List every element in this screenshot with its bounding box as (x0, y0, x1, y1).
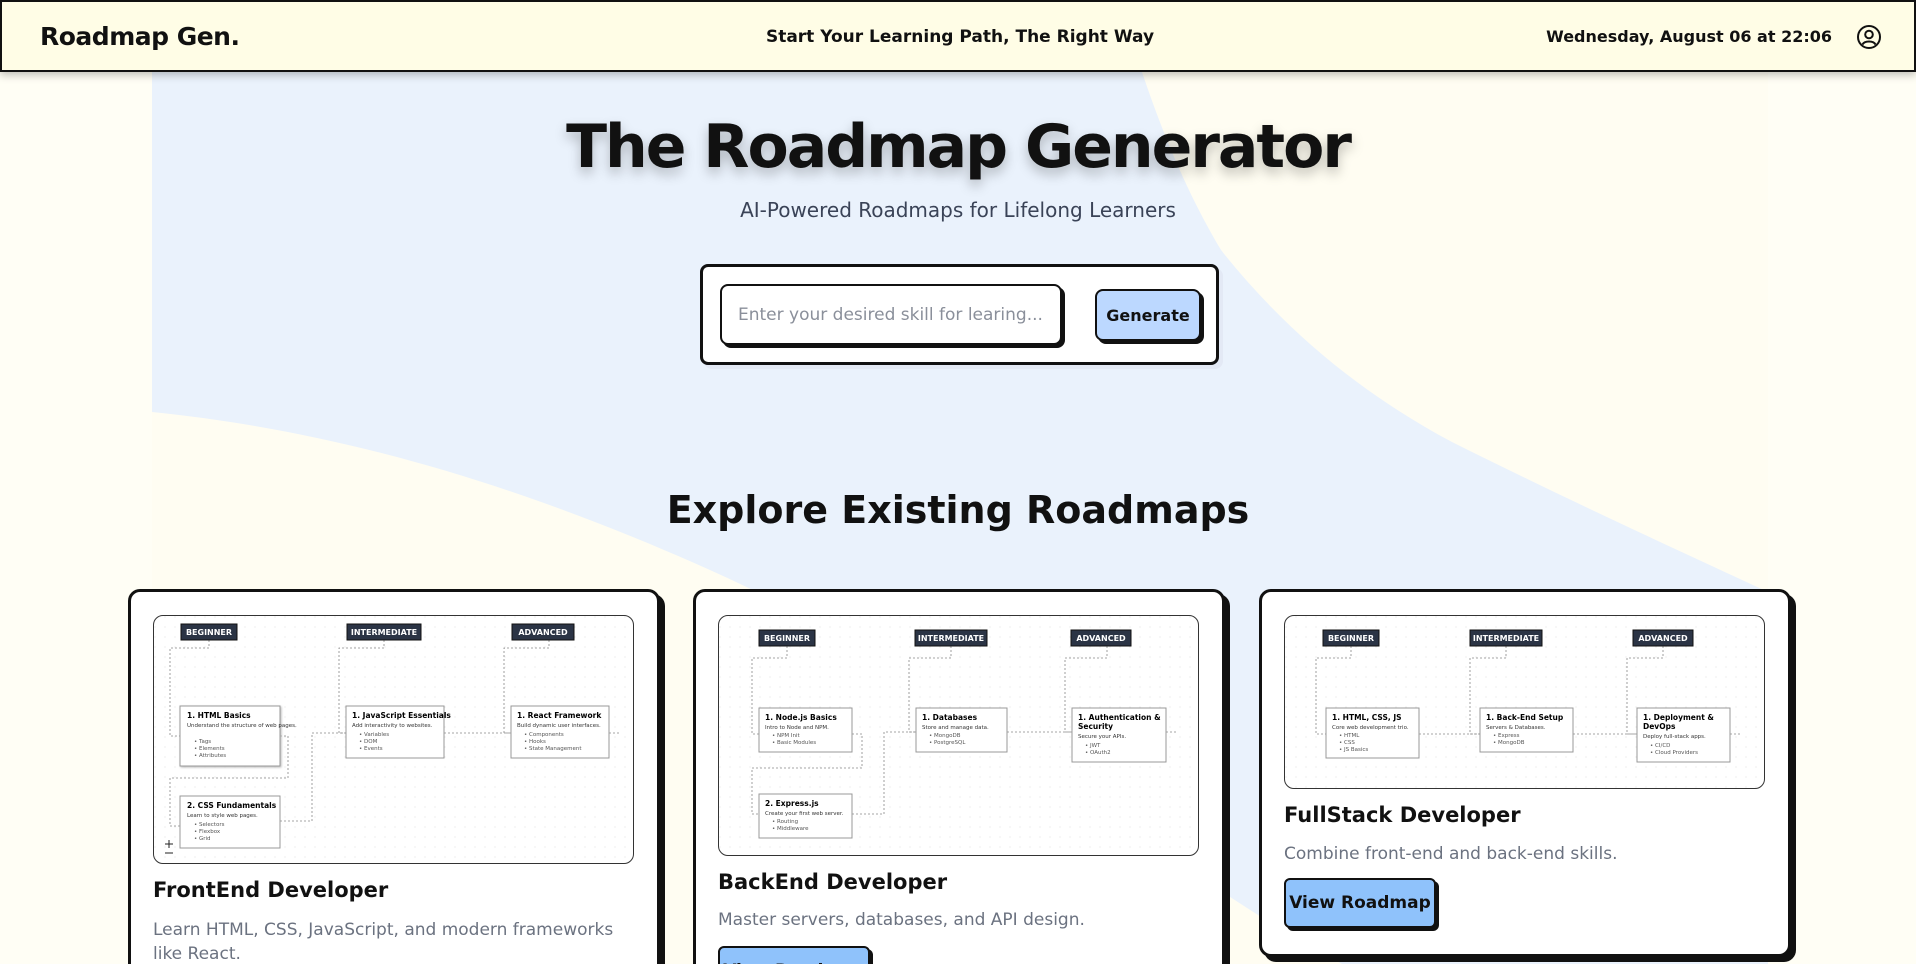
roadmap-node[interactable]: 2. Express.js Create your first web serv… (758, 793, 853, 839)
svg-text:Learn to style web pages.: Learn to style web pages. (187, 813, 258, 819)
svg-text:ADVANCED: ADVANCED (1076, 634, 1126, 643)
explore-section-title: Explore Existing Roadmaps (666, 488, 1250, 532)
svg-text:INTERMEDIATE: INTERMEDIATE (918, 634, 984, 643)
roadmap-node[interactable]: 1. HTML Basics Understand the structure … (179, 705, 297, 767)
user-circle-icon[interactable] (1856, 24, 1882, 50)
svg-text:• Cloud Providers: • Cloud Providers (1650, 750, 1698, 756)
svg-text:Add interactivity to websites.: Add interactivity to websites. (352, 723, 433, 729)
svg-text:Create your first web server.: Create your first web server. (765, 811, 844, 817)
svg-text:Deploy full-stack apps.: Deploy full-stack apps. (1643, 734, 1706, 740)
svg-text:Understand the structure of we: Understand the structure of web pages. (187, 723, 297, 729)
svg-text:BEGINNER: BEGINNER (186, 628, 232, 637)
roadmap-card-backend[interactable]: BEGINNER INTERMEDIATE ADVANCED 1. Node.j… (693, 589, 1225, 964)
roadmap-preview[interactable]: BEGINNER INTERMEDIATE ADVANCED 1. Node.j… (718, 615, 1199, 856)
card-title: BackEnd Developer (718, 870, 948, 894)
svg-text:• Hooks: • Hooks (524, 739, 546, 745)
svg-text:• DOM: • DOM (359, 739, 378, 745)
top-header: Roadmap Gen. Start Your Learning Path, T… (0, 0, 1916, 72)
roadmap-node[interactable]: 1. JavaScript Essentials Add interactivi… (345, 705, 451, 759)
roadmap-preview[interactable]: BEGINNER INTERMEDIATE ADVANCED 1. HTML B… (153, 615, 634, 864)
svg-text:1. HTML Basics: 1. HTML Basics (187, 711, 251, 720)
card-description: Combine front-end and back-end skills. (1284, 844, 1618, 864)
svg-text:• NPM Init: • NPM Init (772, 733, 801, 739)
svg-text:• Flexbox: • Flexbox (194, 829, 221, 835)
card-description: Master servers, databases, and API desig… (718, 910, 1085, 930)
svg-text:• Express: • Express (1493, 733, 1520, 739)
svg-text:• JS Basics: • JS Basics (1339, 747, 1368, 753)
roadmap-node[interactable]: 1. Authentication & Security Secure your… (1071, 707, 1167, 763)
card-title: FullStack Developer (1284, 803, 1521, 827)
svg-text:• Components: • Components (524, 732, 564, 738)
svg-text:• JWT: • JWT (1085, 743, 1101, 749)
svg-text:• MongoDB: • MongoDB (1493, 740, 1525, 746)
svg-text:1. React Framework: 1. React Framework (517, 711, 602, 720)
level-badge: BEGINNER INTERMEDIATE ADVANCED (1322, 629, 1694, 647)
svg-text:Core web development trio.: Core web development trio. (1332, 725, 1409, 731)
svg-text:Build dynamic user interfaces.: Build dynamic user interfaces. (517, 723, 601, 729)
svg-text:• MongoDB: • MongoDB (929, 733, 961, 739)
roadmap-card-frontend[interactable]: BEGINNER INTERMEDIATE ADVANCED 1. HTML B… (128, 589, 660, 964)
svg-text:DevOps: DevOps (1643, 722, 1676, 731)
svg-text:2. Express.js: 2. Express.js (765, 799, 819, 808)
svg-text:1. JavaScript Essentials: 1. JavaScript Essentials (352, 711, 451, 720)
svg-text:• PostgreSQL: • PostgreSQL (929, 740, 966, 746)
svg-text:1. HTML, CSS, JS: 1. HTML, CSS, JS (1332, 713, 1402, 722)
svg-text:Secure your APIs.: Secure your APIs. (1078, 734, 1126, 740)
svg-text:• Elements: • Elements (194, 746, 225, 752)
svg-text:1. Databases: 1. Databases (922, 713, 978, 722)
svg-text:BEGINNER: BEGINNER (764, 634, 810, 643)
svg-text:Intro to Node and NPM.: Intro to Node and NPM. (765, 725, 829, 731)
generator-form: Generate (700, 264, 1219, 365)
svg-text:INTERMEDIATE: INTERMEDIATE (351, 628, 417, 637)
generate-button[interactable]: Generate (1095, 289, 1201, 341)
svg-text:2. CSS Fundamentals: 2. CSS Fundamentals (187, 801, 277, 810)
svg-text:• Tags: • Tags (194, 739, 211, 745)
svg-text:• Variables: • Variables (359, 732, 389, 738)
svg-text:• Basic Modules: • Basic Modules (772, 740, 816, 746)
svg-text:INTERMEDIATE: INTERMEDIATE (1473, 634, 1539, 643)
roadmap-node[interactable]: 1. Node.js Basics Intro to Node and NPM.… (758, 707, 853, 753)
svg-text:1. Back-End Setup: 1. Back-End Setup (1486, 713, 1564, 722)
svg-text:Servers & Databases.: Servers & Databases. (1486, 725, 1546, 731)
current-datetime: Wednesday, August 06 at 22:06 (1546, 27, 1832, 46)
svg-text:Store and manage data.: Store and manage data. (922, 725, 989, 731)
svg-text:1. Node.js Basics: 1. Node.js Basics (765, 713, 837, 722)
svg-text:• CI/CD: • CI/CD (1650, 743, 1670, 749)
roadmap-node[interactable]: 1. Databases Store and manage data. • Mo… (915, 707, 1008, 753)
svg-text:• Middleware: • Middleware (772, 826, 809, 832)
svg-text:• Selectors: • Selectors (194, 822, 225, 828)
svg-text:• Routing: • Routing (772, 819, 798, 825)
svg-text:• CSS: • CSS (1339, 740, 1355, 746)
svg-text:• HTML: • HTML (1339, 733, 1360, 739)
roadmap-node[interactable]: 1. Back-End Setup Servers & Databases. •… (1479, 707, 1574, 753)
svg-text:• Events: • Events (359, 746, 383, 752)
svg-text:• State Management: • State Management (524, 746, 582, 752)
skill-input[interactable] (720, 284, 1062, 345)
page-title: The Roadmap Generator (566, 112, 1352, 182)
roadmap-preview[interactable]: BEGINNER INTERMEDIATE ADVANCED 1. HTML, … (1284, 615, 1765, 789)
svg-text:• Attributes: • Attributes (194, 753, 226, 759)
svg-text:1. Authentication &: 1. Authentication & (1078, 713, 1161, 722)
level-badge: BEGINNER INTERMEDIATE ADVANCED (758, 629, 1132, 647)
svg-text:1. Deployment &: 1. Deployment & (1643, 713, 1714, 722)
roadmap-node[interactable]: 1. React Framework Build dynamic user in… (510, 705, 610, 759)
svg-text:BEGINNER: BEGINNER (1328, 634, 1374, 643)
roadmap-node[interactable]: 1. Deployment & DevOps Deploy full-stack… (1636, 707, 1731, 763)
svg-text:ADVANCED: ADVANCED (1638, 634, 1688, 643)
view-roadmap-button[interactable]: View Roadmap (1284, 878, 1436, 928)
svg-text:Security: Security (1078, 722, 1113, 731)
card-title: FrontEnd Developer (153, 878, 389, 902)
svg-text:• Grid: • Grid (194, 836, 211, 842)
view-roadmap-button[interactable]: View Roadmap (718, 946, 870, 964)
svg-text:ADVANCED: ADVANCED (518, 628, 568, 637)
card-description: Learn HTML, CSS, JavaScript, and modern … (153, 920, 614, 964)
roadmap-node[interactable]: 1. HTML, CSS, JS Core web development tr… (1325, 707, 1420, 759)
roadmap-card-fullstack[interactable]: BEGINNER INTERMEDIATE ADVANCED 1. HTML, … (1259, 589, 1791, 957)
page-subtitle: AI-Powered Roadmaps for Lifelong Learner… (740, 198, 1176, 222)
roadmap-node[interactable]: 2. CSS Fundamentals Learn to style web p… (179, 795, 281, 849)
svg-text:• OAuth2: • OAuth2 (1085, 750, 1111, 756)
